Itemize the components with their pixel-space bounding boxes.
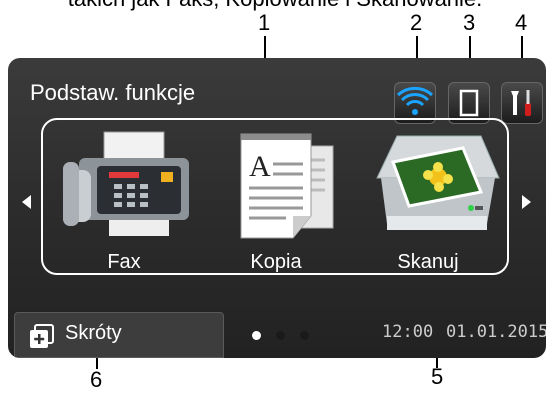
callout-6: 6 bbox=[90, 367, 103, 392]
callout-2: 2 bbox=[410, 10, 423, 35]
fax-label: Fax bbox=[107, 251, 141, 273]
scan-button[interactable]: Skanuj bbox=[353, 120, 503, 273]
fax-machine-icon bbox=[63, 131, 189, 236]
scroll-right-arrow[interactable] bbox=[522, 195, 531, 209]
settings-button[interactable] bbox=[501, 82, 543, 124]
function-panel: Fax A Kopia Skanuj bbox=[41, 118, 509, 275]
clock-time: 12:00 bbox=[382, 322, 434, 342]
clock-date: 01.01.2015 bbox=[446, 322, 546, 342]
callout-3: 3 bbox=[463, 10, 476, 35]
shortcuts-icon bbox=[30, 324, 54, 348]
copy-label: Kopia bbox=[250, 251, 302, 273]
touchscreen: Podstaw. funkcje Fax A Kopia Skanuj Skró… bbox=[8, 58, 546, 358]
callout-1: 1 bbox=[258, 10, 271, 35]
page-dot-3[interactable] bbox=[300, 331, 309, 340]
scan-label: Skanuj bbox=[397, 251, 459, 273]
cartridge-icon bbox=[459, 89, 479, 117]
page-dot-2[interactable] bbox=[276, 331, 285, 340]
bottom-bar: Skróty 12:00 01.01.2015 bbox=[8, 303, 546, 358]
tools-icon bbox=[511, 90, 531, 116]
shortcuts-label: Skróty bbox=[65, 322, 122, 344]
scanner-icon bbox=[376, 135, 500, 230]
callout-4: 4 bbox=[515, 10, 528, 35]
shortcuts-button[interactable]: Skróty bbox=[14, 312, 224, 358]
fax-button[interactable]: Fax bbox=[49, 120, 199, 273]
screen-title: Podstaw. funkcje bbox=[30, 80, 196, 105]
copy-button[interactable]: A Kopia bbox=[201, 120, 351, 273]
scroll-left-arrow[interactable] bbox=[22, 195, 31, 209]
page-dot-1[interactable] bbox=[252, 331, 261, 340]
svg-text:A: A bbox=[249, 150, 271, 183]
copy-document-icon: A bbox=[240, 133, 334, 239]
wifi-icon bbox=[396, 86, 434, 115]
